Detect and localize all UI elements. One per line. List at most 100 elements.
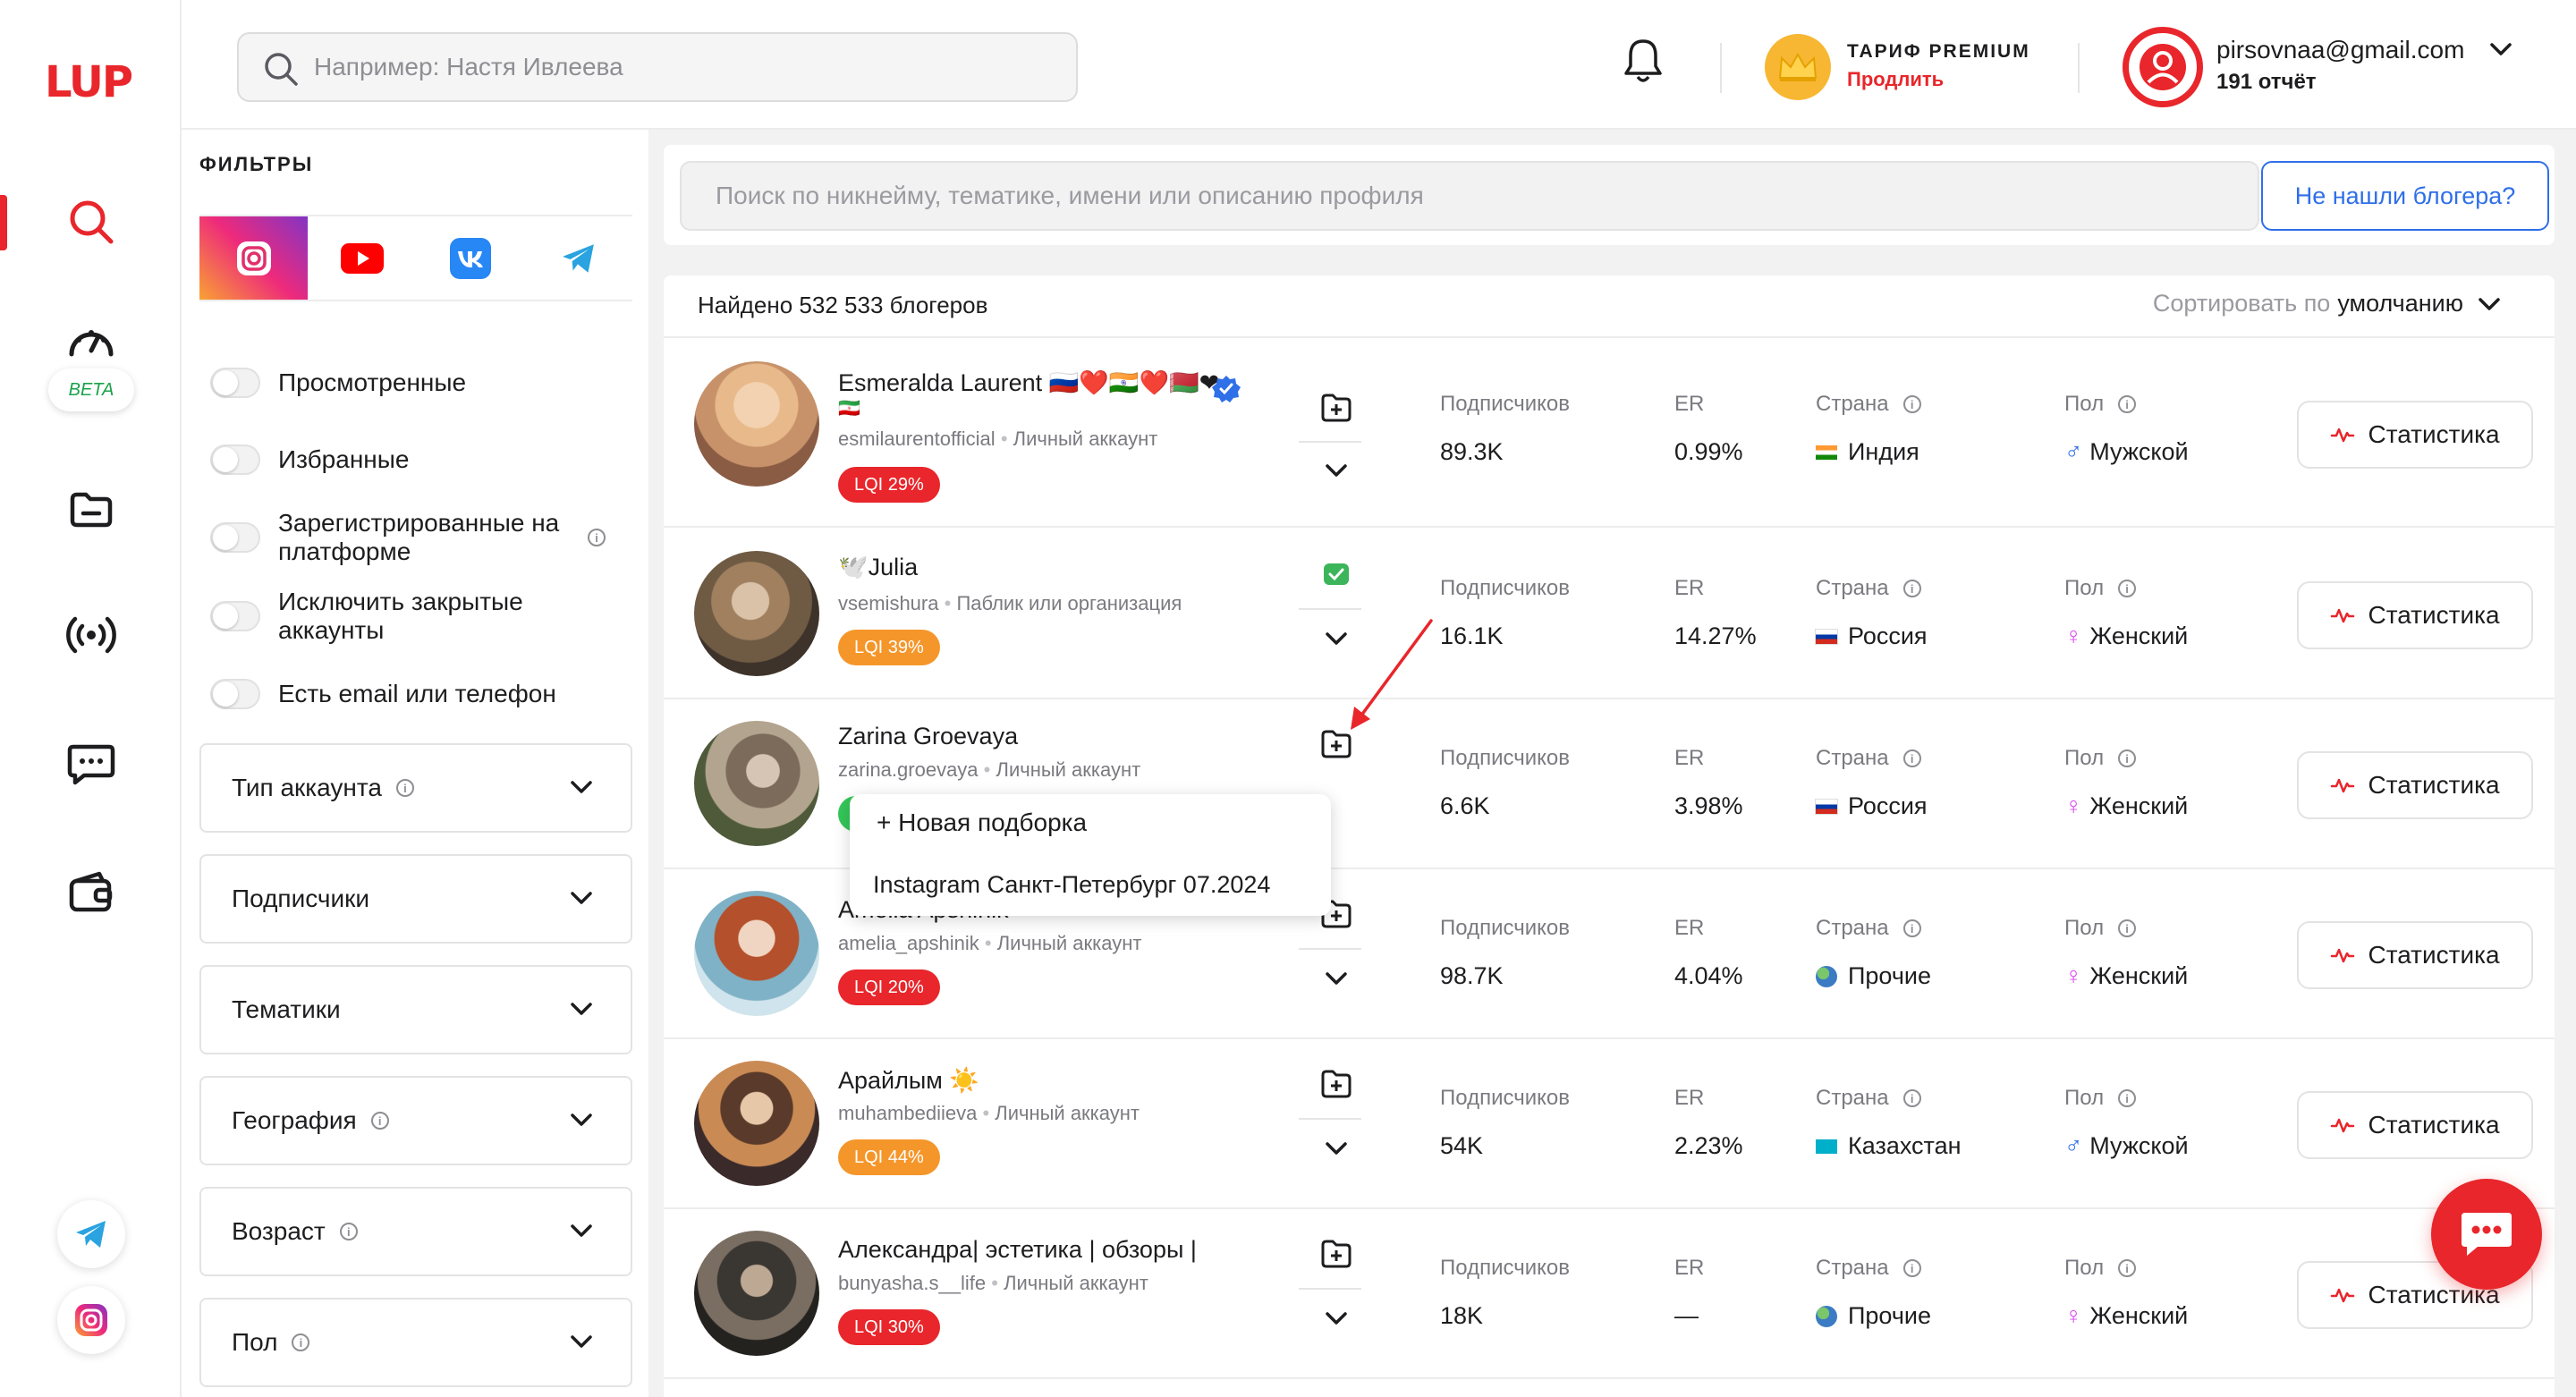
- info-icon[interactable]: i: [2118, 919, 2137, 937]
- avatar[interactable]: [694, 1061, 819, 1186]
- rail-analytics[interactable]: [48, 313, 134, 367]
- info-icon[interactable]: i: [2118, 1259, 2137, 1277]
- tab-telegram[interactable]: [524, 216, 632, 300]
- info-icon[interactable]: i: [1902, 1259, 1921, 1277]
- blogger-meta: bunyasha.s__life • Личный аккаунт: [838, 1272, 1148, 1294]
- info-icon[interactable]: i: [395, 779, 414, 797]
- new-collection-option[interactable]: + Новая подборка: [877, 809, 1087, 837]
- blogger-name[interactable]: Арайлым ☀️: [838, 1066, 979, 1095]
- rail-search[interactable]: [48, 179, 134, 265]
- filter-registered[interactable]: Зарегистрированные на платформе i: [210, 509, 606, 566]
- blogger-row: Esmeralda Laurent 🇷🇺❤️🇮🇳❤️🇧🇾❤ 🇮🇷 esmilau…: [664, 338, 2555, 528]
- tab-vk[interactable]: [416, 216, 524, 300]
- collection-item[interactable]: Instagram Санкт-Петербург 07.2024: [873, 871, 1270, 899]
- info-icon[interactable]: i: [2118, 395, 2137, 413]
- filter-exclude-private[interactable]: Исключить закрытые аккаунты: [210, 588, 573, 645]
- divider: [1299, 948, 1361, 950]
- toggle-switch[interactable]: [210, 368, 260, 398]
- rail-telegram[interactable]: [57, 1200, 125, 1268]
- filter-topics[interactable]: Тематики: [199, 965, 632, 1054]
- chevron-down-icon[interactable]: [1314, 1308, 1359, 1331]
- global-search-input[interactable]: Например: Настя Ивлеева: [237, 32, 1078, 102]
- avatar[interactable]: [694, 551, 819, 676]
- tab-instagram[interactable]: [199, 216, 308, 300]
- filter-account-type[interactable]: Тип аккаунта i: [199, 743, 632, 833]
- filter-geography[interactable]: География i: [199, 1076, 632, 1165]
- blogger-handle[interactable]: muhambediieva: [838, 1102, 977, 1124]
- blogger-name[interactable]: 🕊️Julia: [838, 553, 918, 581]
- info-icon[interactable]: i: [292, 1334, 310, 1351]
- blogger-search-input[interactable]: Поиск по никнейму, тематике, имени или о…: [680, 161, 2259, 231]
- tariff-renew-link[interactable]: Продлить: [1847, 68, 1944, 91]
- avatar[interactable]: [694, 891, 819, 1016]
- add-to-folder-icon[interactable]: [1314, 1238, 1359, 1270]
- add-to-folder-icon[interactable]: [1314, 392, 1359, 424]
- user-avatar[interactable]: [2123, 27, 2203, 107]
- statistics-button[interactable]: Статистика: [2297, 921, 2533, 989]
- blogger-handle[interactable]: bunyasha.s__life: [838, 1272, 986, 1294]
- info-icon[interactable]: i: [339, 1223, 358, 1240]
- support-chat-button[interactable]: [2431, 1179, 2542, 1290]
- blogger-handle[interactable]: zarina.groevaya: [838, 758, 979, 781]
- chevron-down-icon[interactable]: [1314, 968, 1359, 991]
- blogger-handle[interactable]: esmilaurentofficial: [838, 428, 996, 450]
- saved-to-folder-icon[interactable]: [1314, 558, 1359, 590]
- rail-wallet[interactable]: [48, 850, 134, 936]
- account-menu-button[interactable]: [2489, 41, 2512, 62]
- avatar[interactable]: [694, 721, 819, 846]
- chevron-down-icon: [571, 1113, 592, 1126]
- notifications-button[interactable]: [1622, 36, 1665, 90]
- filter-has-contacts[interactable]: Есть email или телефон: [210, 679, 556, 709]
- user-email[interactable]: pirsovnaa@gmail.com: [2216, 36, 2464, 64]
- info-icon[interactable]: i: [1902, 919, 1921, 937]
- rail-broadcast[interactable]: [48, 592, 134, 678]
- info-icon[interactable]: i: [1902, 749, 1921, 767]
- blogger-name[interactable]: Esmeralda Laurent 🇷🇺❤️🇮🇳❤️🇧🇾❤: [838, 368, 1219, 397]
- blogger-handle[interactable]: amelia_apshinik: [838, 932, 979, 954]
- header-divider: [1720, 43, 1722, 93]
- filter-viewed[interactable]: Просмотренные: [210, 368, 466, 398]
- toggle-switch[interactable]: [210, 601, 260, 631]
- toggle-switch[interactable]: [210, 522, 260, 553]
- rail-folders[interactable]: [48, 467, 134, 553]
- blogger-handle[interactable]: vsemishura: [838, 592, 938, 614]
- logo[interactable]: LUP: [45, 57, 133, 107]
- chevron-down-icon[interactable]: [1314, 1138, 1359, 1161]
- filter-subscribers[interactable]: Подписчики: [199, 854, 632, 944]
- info-icon[interactable]: i: [370, 1112, 389, 1130]
- info-icon[interactable]: i: [1902, 1089, 1921, 1107]
- info-icon[interactable]: i: [1902, 395, 1921, 413]
- avatar[interactable]: [694, 361, 819, 487]
- toggle-switch[interactable]: [210, 679, 260, 709]
- statistics-button[interactable]: Статистика: [2297, 401, 2533, 469]
- blogger-meta: zarina.groevaya • Личный аккаунт: [838, 758, 1141, 781]
- gender-value: ♂ Мужской: [2064, 1132, 2189, 1159]
- not-found-button[interactable]: Не нашли блогера?: [2261, 161, 2549, 231]
- dropdown-label: География: [232, 1106, 357, 1134]
- info-icon[interactable]: i: [2118, 580, 2137, 597]
- lqi-badge: LQI 39%: [838, 630, 940, 665]
- info-icon[interactable]: i: [2118, 749, 2137, 767]
- filter-favorites[interactable]: Избранные: [210, 444, 409, 475]
- rail-messages[interactable]: [48, 721, 134, 807]
- info-icon[interactable]: i: [2118, 1089, 2137, 1107]
- tab-youtube[interactable]: [308, 216, 416, 300]
- blogger-name[interactable]: Zarina Groevaya: [838, 723, 1018, 750]
- filter-gender[interactable]: Пол i: [199, 1298, 632, 1387]
- chevron-down-icon[interactable]: [1314, 460, 1359, 483]
- blogger-name-flags: 🇮🇷: [838, 399, 860, 419]
- avatar[interactable]: [694, 1231, 819, 1356]
- add-to-folder-icon[interactable]: [1314, 1068, 1359, 1100]
- info-icon[interactable]: i: [588, 529, 606, 546]
- blogger-name[interactable]: Александра| эстетика | обзоры |: [838, 1236, 1197, 1264]
- statistics-button[interactable]: Статистика: [2297, 1091, 2533, 1159]
- country-value: Россия: [1816, 622, 1928, 650]
- statistics-button[interactable]: Статистика: [2297, 581, 2533, 649]
- blogger-row: 🕊️Julia vsemishura • Паблик или организа…: [664, 529, 2555, 699]
- sort-control[interactable]: Сортировать по умолчанию: [2153, 290, 2501, 318]
- rail-instagram[interactable]: [57, 1286, 125, 1354]
- info-icon[interactable]: i: [1902, 580, 1921, 597]
- statistics-button[interactable]: Статистика: [2297, 751, 2533, 819]
- filter-age[interactable]: Возраст i: [199, 1187, 632, 1276]
- toggle-switch[interactable]: [210, 444, 260, 475]
